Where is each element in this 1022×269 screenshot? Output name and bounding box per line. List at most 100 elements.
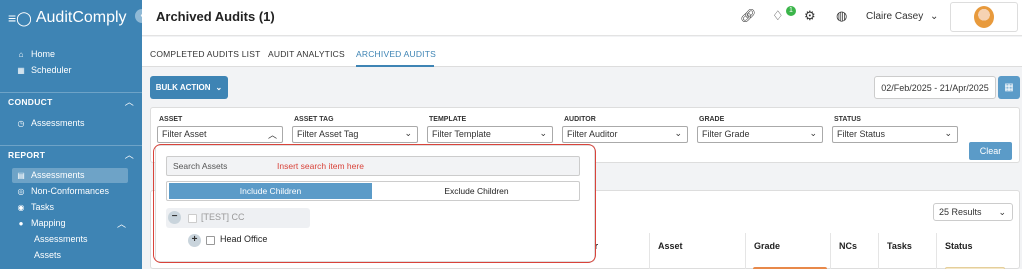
sidebar-item-home[interactable]: ⌂ Home: [0, 46, 142, 62]
collapse-minus-icon[interactable]: −: [168, 211, 181, 224]
bulk-action-label: BULK ACTION: [155, 83, 211, 92]
chevron-up-icon: ︿: [116, 218, 126, 229]
asset-search-input[interactable]: Search Assets Insert search item here: [166, 156, 580, 176]
calendar-icon: ▦: [17, 65, 25, 75]
tree-node-label: [TEST] CC: [201, 212, 245, 222]
clock-icon: ◷: [17, 118, 25, 128]
auditcomply-logo-icon: ≡◯: [8, 9, 32, 26]
sidebar: ≡◯ AuditComply ‹ ⌂ Home ▦ Scheduler COND…: [0, 0, 149, 269]
active-tab-indicator: [356, 65, 434, 67]
section-label: REPORT: [8, 149, 46, 160]
chevron-up-icon: ︿: [267, 130, 277, 140]
chevron-down-icon: ⌄: [930, 11, 939, 22]
asset-search-placeholder: Search Assets: [173, 161, 228, 171]
sidebar-item-label: Mapping: [31, 218, 66, 228]
tree-row: + Head Office: [186, 232, 326, 250]
filter-label-auditor: AUDITOR: [564, 116, 596, 123]
status-filter-select[interactable]: Filter Status ⌄: [832, 126, 958, 143]
filter-label-grade: GRADE: [699, 116, 725, 123]
chevron-down-icon: ⌄: [944, 128, 952, 138]
tab-bar: COMPLETED AUDITS LIST AUDIT ANALYTICS AR…: [142, 37, 1022, 67]
calendar-icon[interactable]: ▦: [998, 76, 1020, 99]
table-header-grade[interactable]: Grade: [754, 241, 780, 251]
auditor-filter-select[interactable]: Filter Auditor ⌄: [562, 126, 688, 143]
tree-checkbox[interactable]: [188, 214, 197, 223]
sidebar-item-scheduler[interactable]: ▦ Scheduler: [0, 62, 142, 78]
column-divider: [936, 233, 937, 269]
app-name: AuditComply: [35, 9, 127, 26]
page-title: Archived Audits (1): [156, 9, 275, 24]
table-header-ncs[interactable]: NCs: [839, 241, 857, 251]
sidebar-item-label: Tasks: [31, 202, 55, 212]
grade-filter-select[interactable]: Filter Grade ⌄: [697, 126, 823, 143]
date-range-input[interactable]: 02/Feb/2025 - 21/Apr/2025: [874, 76, 996, 99]
sidebar-item-label: Non-Conformances: [31, 186, 110, 196]
link-icon[interactable]: 🔗︎: [740, 8, 757, 24]
filter-label-template: TEMPLATE: [429, 116, 467, 123]
sidebar-section-report[interactable]: REPORT ︿: [0, 145, 142, 163]
sidebar-item-label: Home: [31, 49, 56, 59]
map-pin-icon: ●: [18, 218, 24, 228]
results-per-page-value: 25 Results: [939, 207, 982, 217]
tab-archived-audits[interactable]: ARCHIVED AUDITS: [356, 49, 436, 59]
chevron-up-icon: ︿: [124, 150, 134, 160]
asset-tag-filter-placeholder: Filter Asset Tag: [297, 129, 359, 139]
expand-plus-icon[interactable]: +: [188, 234, 201, 247]
sidebar-item-label: Assessments: [31, 170, 85, 180]
sidebar-section-conduct[interactable]: CONDUCT ︿: [0, 92, 142, 110]
gear-icon[interactable]: ⚙: [804, 8, 816, 24]
avatar-box[interactable]: [950, 2, 1018, 32]
column-divider: [830, 233, 831, 269]
search-hint-annotation: Insert search item here: [277, 161, 364, 171]
user-name: Claire Casey: [866, 11, 924, 22]
exclude-children-option[interactable]: Exclude Children: [375, 183, 578, 199]
column-divider: [649, 233, 650, 269]
tab-audit-analytics[interactable]: AUDIT ANALYTICS: [268, 49, 345, 59]
table-header-tasks[interactable]: Tasks: [887, 241, 912, 251]
list-icon: ▤: [17, 170, 25, 180]
sidebar-subitem-assessments[interactable]: Assessments: [0, 231, 142, 247]
template-filter-placeholder: Filter Template: [432, 129, 491, 139]
chevron-down-icon: ⌄: [809, 128, 817, 138]
avatar: [974, 6, 994, 28]
filter-label-status: STATUS: [834, 116, 861, 123]
tree-checkbox[interactable]: [206, 236, 215, 245]
chevron-down-icon: ⌄: [404, 128, 412, 138]
app-logo[interactable]: ≡◯ AuditComply ‹: [0, 0, 149, 36]
clear-filters-button[interactable]: Clear: [969, 142, 1012, 160]
chevron-down-icon: ⌄: [539, 128, 547, 138]
bell-icon[interactable]: ♢: [772, 8, 784, 24]
asset-filter-dropdown: Search Assets Insert search item here In…: [155, 145, 595, 262]
chevron-down-icon: ⌄: [998, 207, 1006, 217]
results-per-page-select[interactable]: 25 Results ⌄: [933, 203, 1013, 221]
sidebar-item-report-assessments[interactable]: ▤ Assessments: [12, 167, 128, 183]
chevron-up-icon: ︿: [124, 97, 134, 107]
notification-badge: 1: [786, 6, 796, 16]
sidebar-item-conduct-assessments[interactable]: ◷ Assessments: [0, 115, 142, 131]
sidebar-item-label: Assets: [34, 250, 62, 260]
auditor-filter-placeholder: Filter Auditor: [567, 129, 618, 139]
table-header-status[interactable]: Status: [945, 241, 973, 251]
sidebar-subitem-assets[interactable]: Assets: [0, 247, 142, 263]
children-toggle: Include Children Exclude Children: [166, 181, 580, 201]
section-label: CONDUCT: [8, 96, 53, 107]
status-filter-placeholder: Filter Status: [837, 129, 886, 139]
asset-filter-select[interactable]: Filter Asset ︿: [157, 126, 283, 143]
table-header-asset[interactable]: Asset: [658, 241, 683, 251]
chevron-down-icon: ⌄: [674, 128, 682, 138]
asset-tag-filter-select[interactable]: Filter Asset Tag ⌄: [292, 126, 418, 143]
user-menu[interactable]: Claire Casey ⌄: [866, 11, 938, 22]
template-filter-select[interactable]: Filter Template ⌄: [427, 126, 553, 143]
tree-row: − [TEST] CC: [166, 208, 310, 228]
asset-filter-placeholder: Filter Asset: [162, 129, 207, 139]
filter-label-asset-tag: ASSET TAG: [294, 116, 334, 123]
bulk-action-button[interactable]: BULK ACTION ⌄: [150, 76, 228, 99]
globe-icon[interactable]: ◍: [836, 8, 847, 24]
tab-completed-audits-list[interactable]: COMPLETED AUDITS LIST: [150, 49, 260, 59]
sidebar-item-tasks[interactable]: ◉ Tasks: [0, 199, 142, 215]
chevron-down-icon: ⌄: [215, 83, 223, 92]
include-children-option[interactable]: Include Children: [169, 183, 372, 199]
sidebar-item-non-conformances[interactable]: ◎ Non-Conformances: [0, 183, 142, 199]
sidebar-item-mapping[interactable]: ● Mapping ︿: [0, 215, 142, 231]
filter-label-asset: ASSET: [159, 116, 183, 123]
